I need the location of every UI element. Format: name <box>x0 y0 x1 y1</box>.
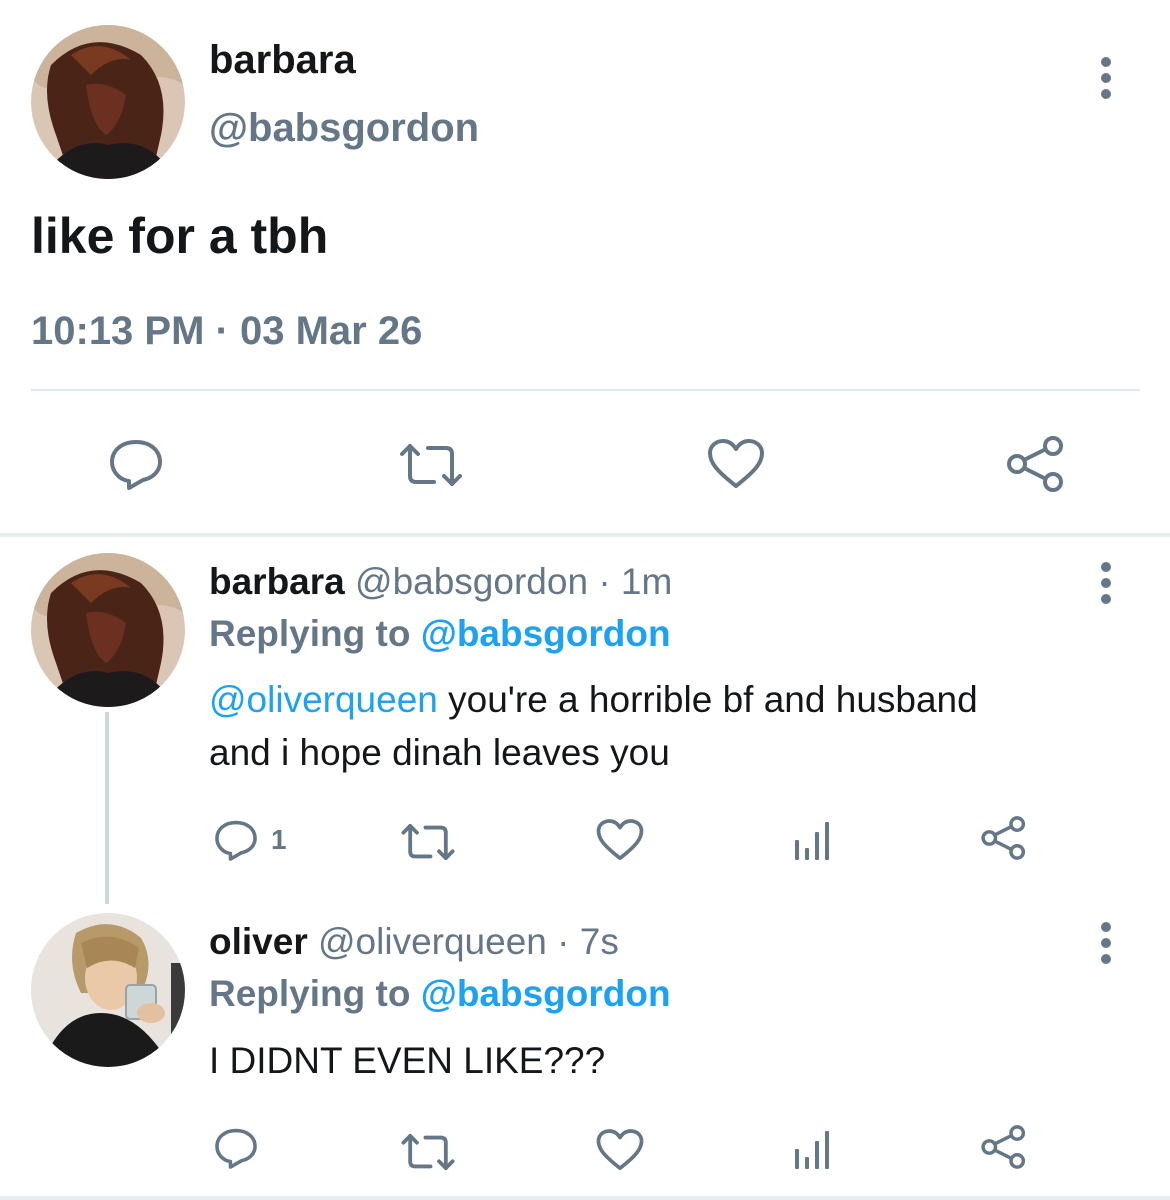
like-icon <box>596 1129 644 1171</box>
reply-time: 7s <box>579 921 619 962</box>
retweet-button[interactable] <box>400 822 456 862</box>
retweet-button[interactable] <box>398 442 464 488</box>
user-handle[interactable]: @babsgordon <box>209 106 479 151</box>
separator: · <box>557 921 570 962</box>
retweet-icon <box>401 1133 455 1171</box>
more-options-icon[interactable] <box>1100 922 1112 970</box>
share-button[interactable] <box>980 815 1028 861</box>
reply-body: I DIDNT EVEN LIKE??? <box>209 1040 606 1081</box>
more-options-icon[interactable] <box>1100 562 1112 610</box>
divider <box>31 389 1140 391</box>
share-button[interactable] <box>1005 436 1067 492</box>
retweet-icon <box>401 823 455 861</box>
bottom-divider <box>0 1196 1170 1200</box>
share-icon <box>981 1125 1026 1169</box>
like-icon <box>708 439 764 488</box>
reply-time: 1m <box>620 561 673 602</box>
share-icon <box>981 816 1026 860</box>
reply-icon <box>215 1128 257 1169</box>
replying-prefix: Replying to <box>209 973 411 1014</box>
tweet-text: like for a tbh <box>31 208 329 264</box>
analytics-button[interactable] <box>793 1127 833 1171</box>
more-options-icon[interactable] <box>1100 57 1112 105</box>
reply-header: oliver @oliverqueen · 7s <box>209 921 619 963</box>
replying-handle-link[interactable]: @babsgordon <box>421 613 671 654</box>
analytics-icon <box>795 1131 829 1169</box>
analytics-icon <box>795 822 829 860</box>
reply-icon <box>110 440 162 490</box>
user-handle[interactable]: @oliverqueen <box>318 921 547 962</box>
avatar[interactable] <box>31 553 185 707</box>
separator: · <box>598 561 611 602</box>
avatar[interactable] <box>31 913 185 1067</box>
retweet-button[interactable] <box>400 1132 456 1172</box>
replying-prefix: Replying to <box>209 613 411 654</box>
reply-count: 1 <box>271 824 287 855</box>
tweet-timestamp: 10:13 PM · 03 Mar 26 <box>31 309 423 353</box>
retweet-icon <box>400 444 462 486</box>
reply-button[interactable] <box>213 1126 259 1170</box>
avatar[interactable] <box>31 25 185 179</box>
share-icon <box>1007 436 1063 492</box>
reply-button[interactable] <box>213 818 259 862</box>
like-button[interactable] <box>596 818 644 862</box>
reply-header: barbara @babsgordon · 1m <box>209 561 672 603</box>
replying-handle-link[interactable]: @babsgordon <box>421 973 671 1014</box>
section-divider <box>0 533 1170 537</box>
mention-link[interactable]: @oliverqueen <box>209 679 438 720</box>
reply-icon <box>215 820 257 861</box>
replying-to: Replying to @babsgordon <box>209 613 671 655</box>
display-name[interactable]: barbara <box>209 38 356 83</box>
display-name[interactable]: oliver <box>209 921 308 962</box>
analytics-button[interactable] <box>793 818 833 862</box>
thread-line <box>105 712 109 904</box>
like-button[interactable] <box>596 1128 644 1172</box>
user-handle[interactable]: @babsgordon <box>355 561 588 602</box>
like-button[interactable] <box>707 438 765 490</box>
reply-button[interactable] <box>107 437 165 491</box>
share-button[interactable] <box>980 1124 1028 1170</box>
replying-to: Replying to @babsgordon <box>209 973 671 1015</box>
reply-text: @oliverqueen you're a horrible bf and hu… <box>209 673 1009 779</box>
like-icon <box>596 819 644 861</box>
display-name[interactable]: barbara <box>209 561 345 602</box>
